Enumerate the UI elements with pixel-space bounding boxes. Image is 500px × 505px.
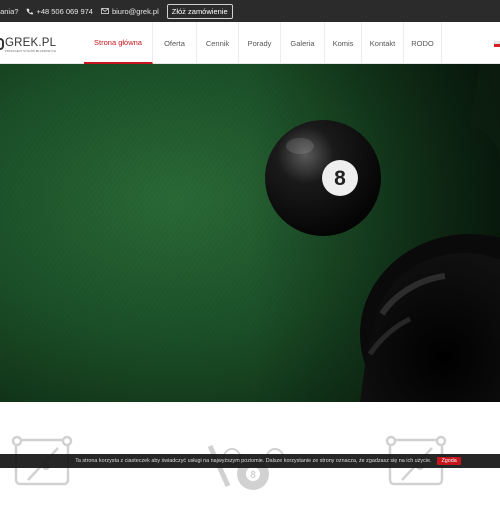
site-logo[interactable]: GREK.PL PRODUCENT STOŁÓW BILARDOWYCH xyxy=(0,37,56,53)
nav-item-porady[interactable]: Porady xyxy=(239,22,281,64)
main-header: GREK.PL PRODUCENT STOŁÓW BILARDOWYCH Str… xyxy=(0,22,500,64)
nav-item-kontakt[interactable]: Kontakt xyxy=(362,22,404,64)
logo-wordmark: GREK.PL xyxy=(5,37,57,49)
nav-item-cennik[interactable]: Cennik xyxy=(197,22,239,64)
cookie-text: Ta strona korzysta z ciasteczek aby świa… xyxy=(75,458,432,464)
nav-item-label: Porady xyxy=(247,38,272,48)
main-navigation: Strona główna Oferta Cennik Porady Galer… xyxy=(84,22,442,64)
order-button[interactable]: Złóż zamówienie xyxy=(166,3,233,19)
pl-flag-icon[interactable] xyxy=(494,41,500,47)
nav-item-home[interactable]: Strona główna xyxy=(84,22,153,64)
nav-item-rodo[interactable]: RODO xyxy=(404,22,442,64)
envelope-icon xyxy=(101,8,109,14)
nav-item-label: Komis xyxy=(332,38,354,48)
cookie-consent-bar: Ta strona korzysta z ciasteczek aby świa… xyxy=(0,454,500,468)
topbar-phone[interactable]: +48 506 069 974 xyxy=(26,7,93,16)
topbar-phone-text[interactable]: +48 506 069 974 xyxy=(36,7,93,16)
nav-item-galeria[interactable]: Galeria xyxy=(281,22,325,64)
nav-item-label: Kontakt xyxy=(369,38,396,48)
cookie-accept-button[interactable]: Zgoda xyxy=(437,457,461,465)
nav-item-komis[interactable]: Komis xyxy=(325,22,362,64)
ball-number: 8 xyxy=(250,470,256,481)
logo-tagline: PRODUCENT STOŁÓW BILARDOWYCH xyxy=(5,50,57,53)
billiard-balls-icon: 7 5 8 xyxy=(207,444,284,490)
top-contact-bar: tania? +48 506 069 974 biuro@grek.pl Złó… xyxy=(0,0,500,22)
feature-icons: 7 5 8 xyxy=(11,435,447,490)
features-section: 7 5 8 xyxy=(0,402,500,500)
topbar-email[interactable]: biuro@grek.pl xyxy=(101,7,159,16)
topbar-email-text[interactable]: biuro@grek.pl xyxy=(112,7,159,16)
nav-item-label: RODO xyxy=(411,38,434,48)
nav-item-label: Galeria xyxy=(290,38,315,48)
nav-item-label: Cennik xyxy=(205,38,230,48)
nav-item-label: Strona główna xyxy=(94,37,142,47)
topbar-question-text: tania? xyxy=(0,6,19,16)
hero-image: 8 xyxy=(0,64,500,402)
nav-item-oferta[interactable]: Oferta xyxy=(153,22,197,64)
nav-item-label: Oferta xyxy=(164,38,185,48)
topbar-question: tania? xyxy=(0,7,18,16)
eight-ball-number: 8 xyxy=(334,167,346,190)
logo-mark-icon xyxy=(0,38,4,50)
phone-icon xyxy=(27,8,34,14)
hero-banner: 8 xyxy=(0,64,500,402)
